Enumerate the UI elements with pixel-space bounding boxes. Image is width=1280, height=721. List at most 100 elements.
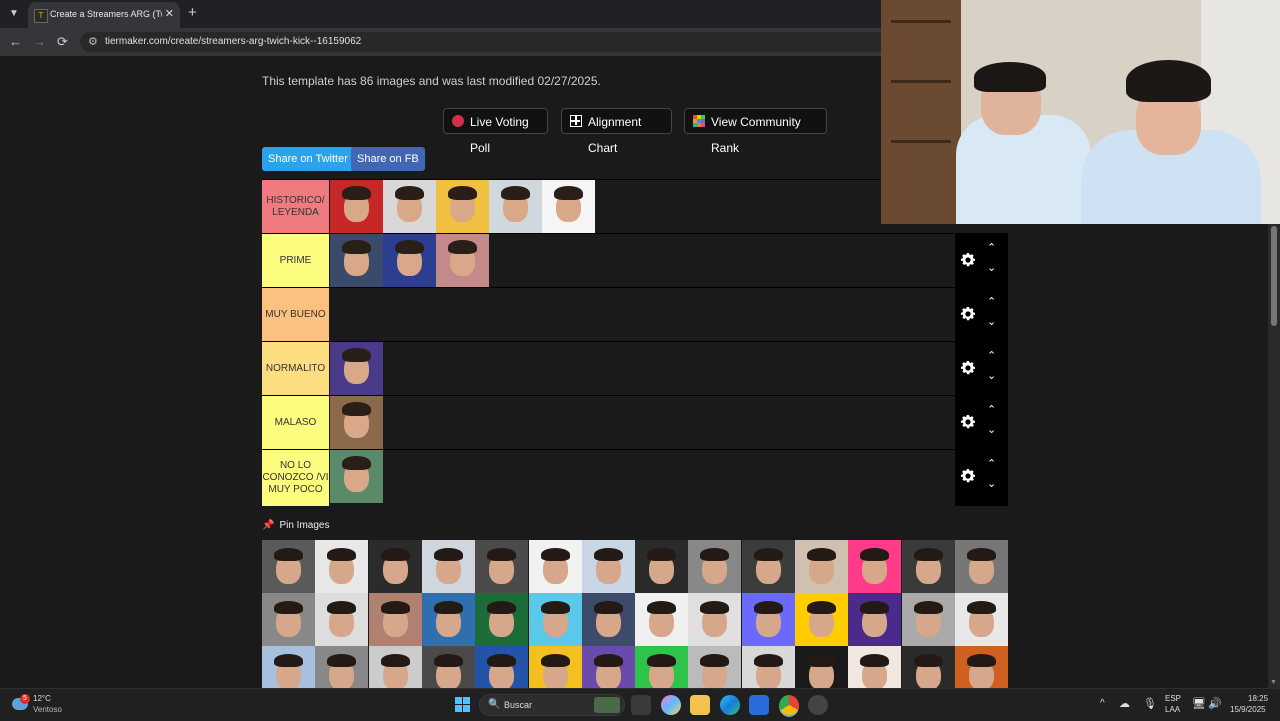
pool-image[interactable] xyxy=(528,646,582,688)
store-icon[interactable] xyxy=(749,695,769,715)
browser-tab[interactable]: T Create a Streamers ARG (Twich ✕ xyxy=(28,2,180,28)
tier-image[interactable] xyxy=(489,180,542,233)
volume-icon[interactable]: 🔊 xyxy=(1208,697,1222,710)
tier-image[interactable] xyxy=(542,180,595,233)
pool-image[interactable] xyxy=(368,540,422,593)
layout-code[interactable]: LAA xyxy=(1165,705,1180,714)
pool-image[interactable] xyxy=(688,593,742,646)
live-voting-poll-button[interactable]: Live Voting Poll xyxy=(443,108,548,155)
move-down-icon[interactable]: ⌄ xyxy=(987,369,996,382)
pool-image[interactable] xyxy=(262,540,315,593)
windows-start-icon[interactable] xyxy=(453,695,473,715)
move-up-icon[interactable]: ⌃ xyxy=(987,241,996,254)
share-twitter-button[interactable]: Share on Twitter xyxy=(262,147,354,171)
pool-image[interactable] xyxy=(795,593,848,646)
pool-image[interactable] xyxy=(848,646,902,688)
microphone-icon[interactable]: 🎙 xyxy=(1143,697,1157,710)
network-icon[interactable]: 🖥 xyxy=(1192,697,1206,710)
pool-image[interactable] xyxy=(795,540,848,593)
pool-image[interactable] xyxy=(315,646,369,688)
gear-icon[interactable] xyxy=(959,359,977,377)
pool-image[interactable] xyxy=(475,646,529,688)
back-icon[interactable]: ← xyxy=(9,34,22,49)
file-explorer-icon[interactable] xyxy=(690,695,710,715)
pool-image[interactable] xyxy=(528,540,582,593)
copilot-icon[interactable] xyxy=(661,695,681,715)
pool-image[interactable] xyxy=(475,540,529,593)
gear-icon[interactable] xyxy=(959,251,977,269)
tier-image[interactable] xyxy=(330,450,383,503)
pool-image[interactable] xyxy=(262,646,315,688)
tier-image[interactable] xyxy=(330,396,383,449)
pool-image[interactable] xyxy=(421,540,475,593)
site-settings-icon[interactable]: ⚙ xyxy=(88,35,98,48)
move-down-icon[interactable]: ⌄ xyxy=(987,477,996,490)
alignment-chart-button[interactable]: Alignment Chart xyxy=(561,108,672,155)
app-icon[interactable] xyxy=(808,695,828,715)
pool-image[interactable] xyxy=(741,593,795,646)
tier-label[interactable]: PRIME xyxy=(262,234,329,287)
forward-icon[interactable]: → xyxy=(33,34,46,49)
tier-image[interactable] xyxy=(436,180,489,233)
edge-icon[interactable] xyxy=(720,695,740,715)
tier-image[interactable] xyxy=(383,180,436,233)
pool-image[interactable] xyxy=(315,593,369,646)
pool-image[interactable] xyxy=(688,646,742,688)
pool-image[interactable] xyxy=(848,593,902,646)
move-up-icon[interactable]: ⌃ xyxy=(987,349,996,362)
show-hidden-icons-icon[interactable]: ^ xyxy=(1100,698,1105,709)
move-down-icon[interactable]: ⌄ xyxy=(987,315,996,328)
move-up-icon[interactable]: ⌃ xyxy=(987,457,996,470)
pool-image[interactable] xyxy=(901,646,955,688)
onedrive-icon[interactable]: ☁ xyxy=(1119,697,1130,710)
task-view-icon[interactable] xyxy=(631,695,651,715)
pool-image[interactable] xyxy=(581,540,635,593)
pool-image[interactable] xyxy=(315,540,369,593)
new-tab-icon[interactable]: + xyxy=(188,4,197,21)
pool-image[interactable] xyxy=(581,593,635,646)
tier-image[interactable] xyxy=(330,234,383,287)
pool-image[interactable] xyxy=(475,593,529,646)
pool-image[interactable] xyxy=(688,540,742,593)
pool-image[interactable] xyxy=(635,593,689,646)
pool-image[interactable] xyxy=(368,593,422,646)
tier-label[interactable]: NO LO CONOZCO /VI MUY POCO xyxy=(262,450,329,506)
pool-image[interactable] xyxy=(848,540,902,593)
tier-image[interactable] xyxy=(383,234,436,287)
move-down-icon[interactable]: ⌄ xyxy=(987,423,996,436)
gear-icon[interactable] xyxy=(959,413,977,431)
clock-date[interactable]: 15/9/2025 xyxy=(1230,705,1266,714)
tab-list-icon[interactable]: ▼ xyxy=(6,6,22,22)
pool-image[interactable] xyxy=(954,540,1008,593)
pool-image[interactable] xyxy=(901,540,955,593)
scrollbar-thumb[interactable] xyxy=(1271,226,1277,326)
pool-image[interactable] xyxy=(795,646,848,688)
tier-image[interactable] xyxy=(330,342,383,395)
chrome-icon[interactable] xyxy=(779,695,799,717)
tier-label[interactable]: MALASO xyxy=(262,396,329,449)
scroll-down-icon[interactable]: ▼ xyxy=(1270,679,1277,686)
move-up-icon[interactable]: ⌃ xyxy=(987,403,996,416)
tier-label[interactable]: NORMALITO xyxy=(262,342,329,395)
pool-image[interactable] xyxy=(421,593,475,646)
close-tab-icon[interactable]: ✕ xyxy=(165,7,174,20)
view-community-rank-button[interactable]: View Community Rank xyxy=(684,108,827,155)
pool-image[interactable] xyxy=(262,593,315,646)
share-fb-button[interactable]: Share on FB xyxy=(351,147,425,171)
pool-image[interactable] xyxy=(635,646,689,688)
pool-image[interactable] xyxy=(635,540,689,593)
move-down-icon[interactable]: ⌄ xyxy=(987,261,996,274)
pool-image[interactable] xyxy=(581,646,635,688)
pool-image[interactable] xyxy=(421,646,475,688)
language-code[interactable]: ESP xyxy=(1165,694,1181,703)
clock-time[interactable]: 18:25 xyxy=(1248,694,1268,703)
pool-image[interactable] xyxy=(901,593,955,646)
pool-image[interactable] xyxy=(368,646,422,688)
gear-icon[interactable] xyxy=(959,305,977,323)
pool-image[interactable] xyxy=(741,540,795,593)
tier-label[interactable]: HISTORICO/ LEYENDA xyxy=(262,180,329,233)
tier-label[interactable]: MUY BUENO xyxy=(262,288,329,341)
tier-image[interactable] xyxy=(436,234,489,287)
move-up-icon[interactable]: ⌃ xyxy=(987,295,996,308)
tier-image[interactable] xyxy=(330,180,383,233)
